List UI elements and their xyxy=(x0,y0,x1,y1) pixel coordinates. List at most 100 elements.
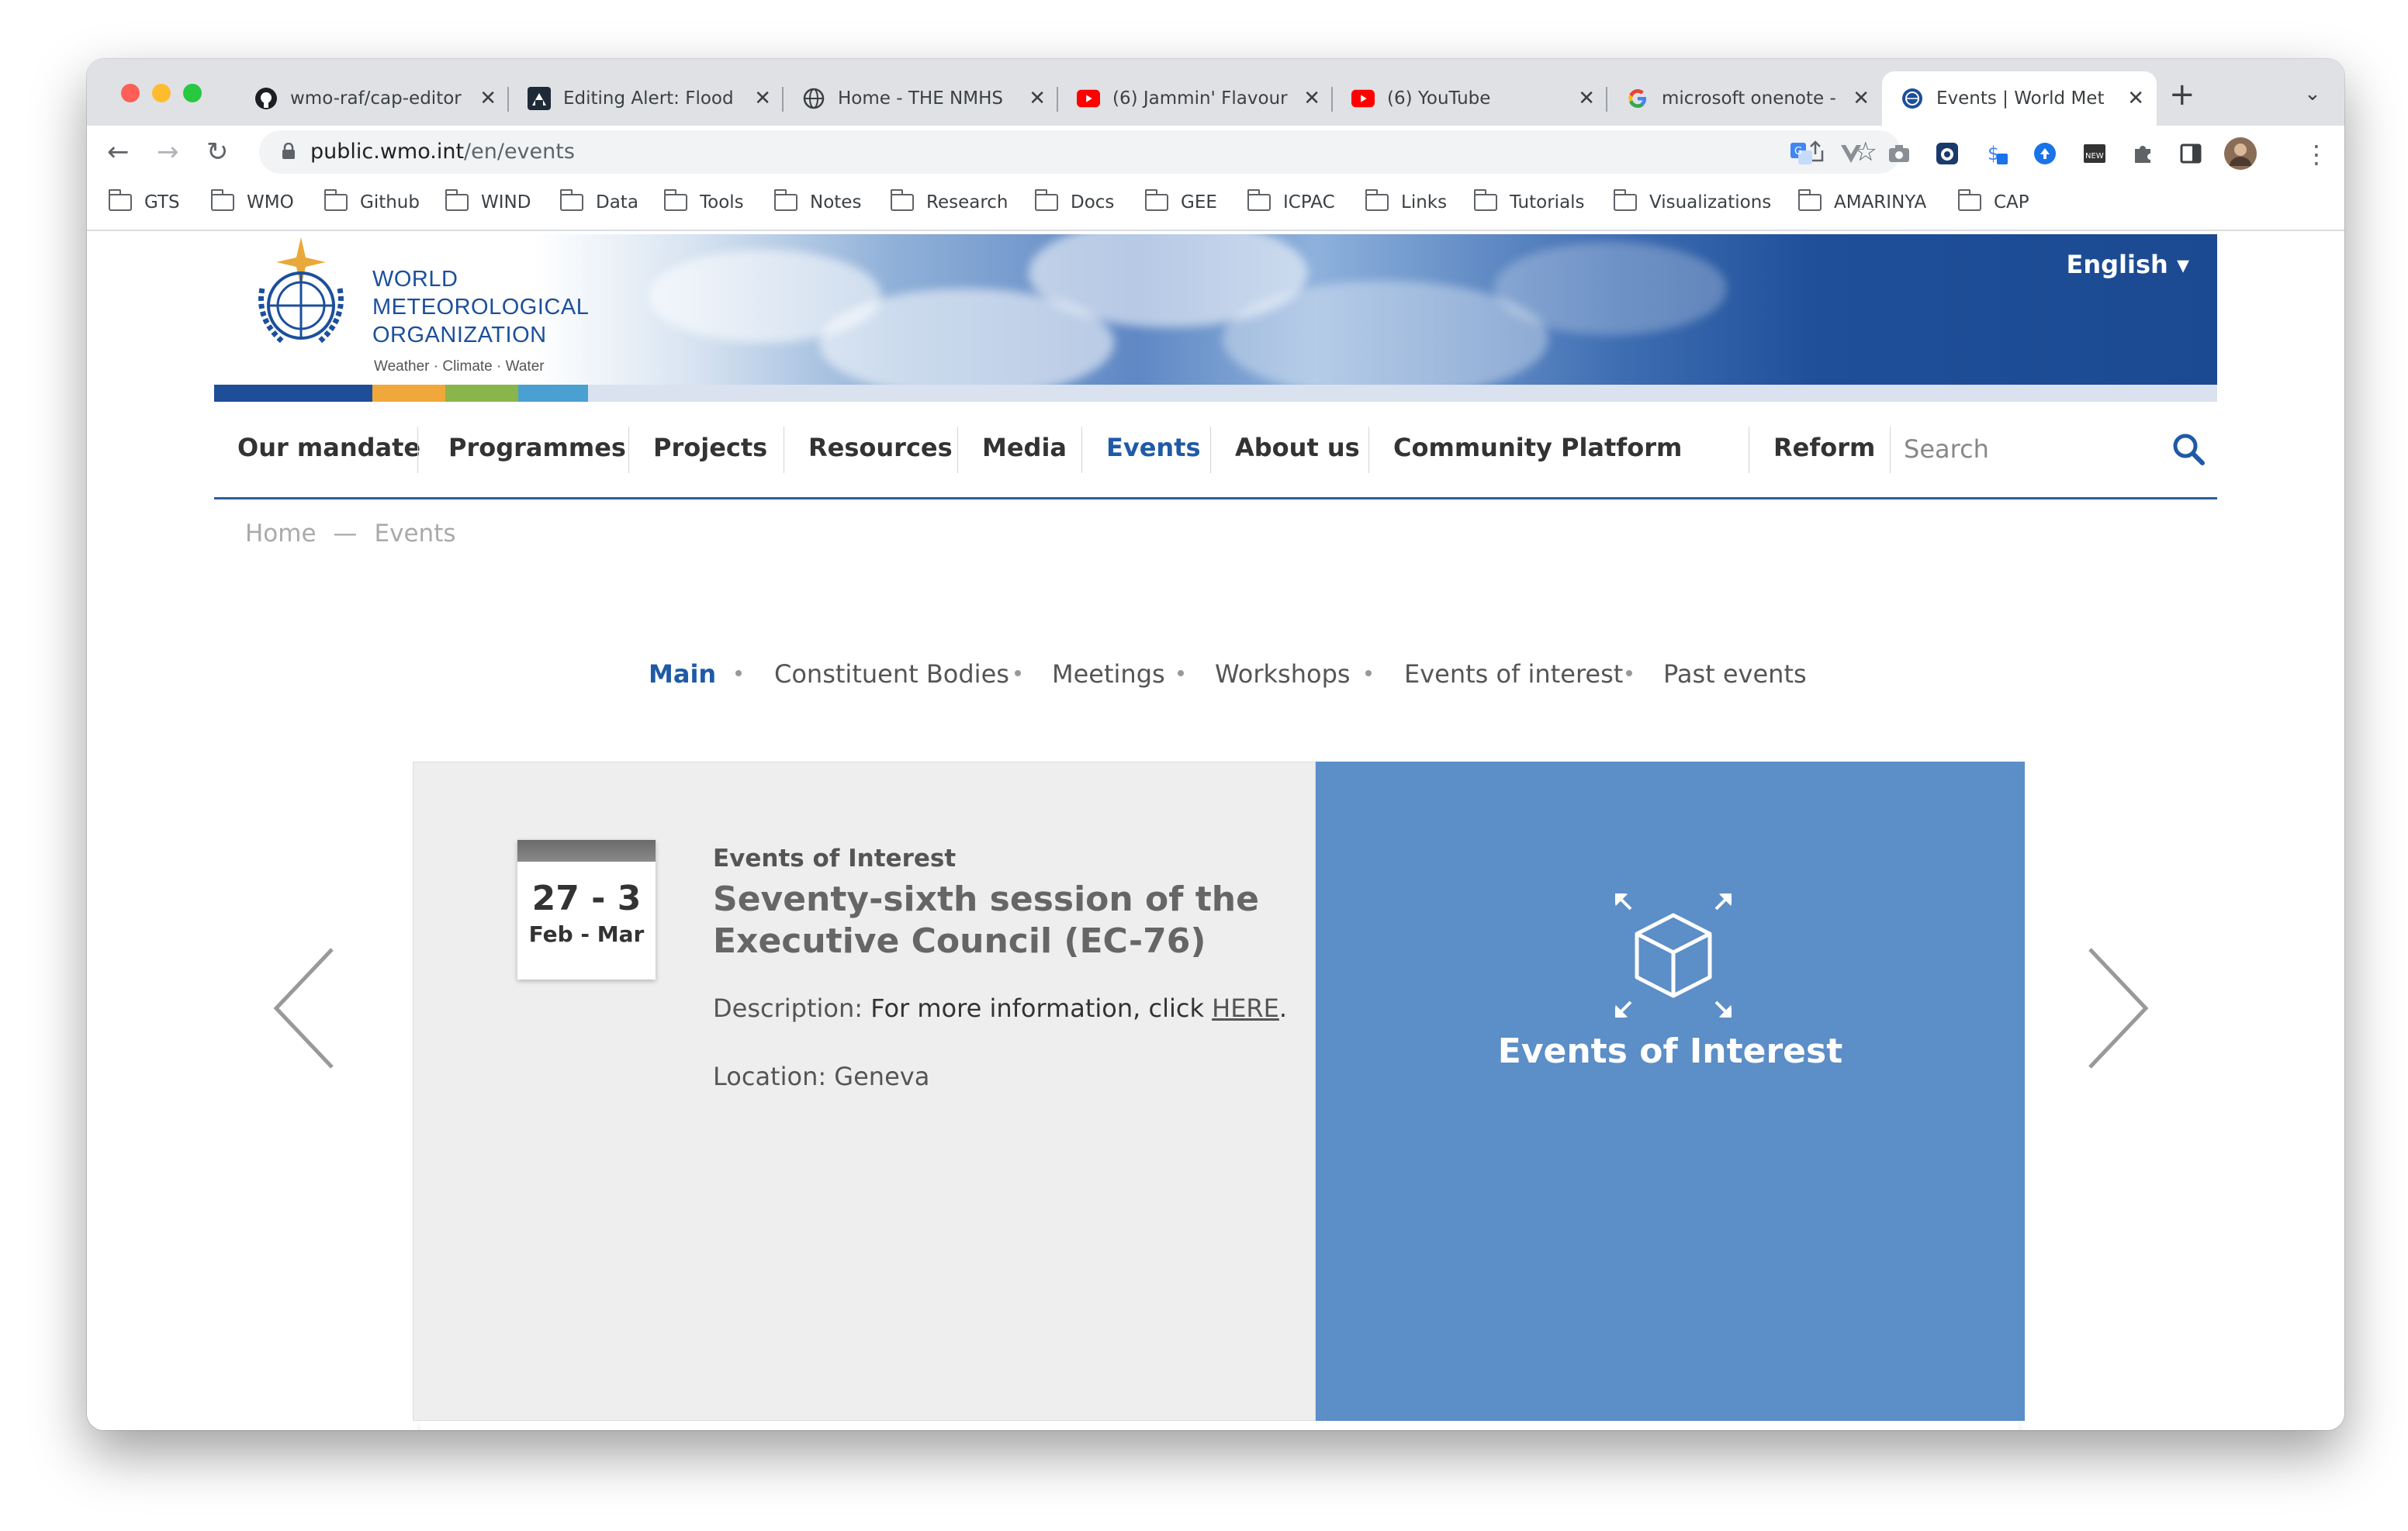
bookmark-data[interactable]: Data xyxy=(560,189,638,213)
news-extension-icon[interactable]: NEW xyxy=(2082,141,2107,166)
google-icon xyxy=(1626,87,1649,110)
brand-color-bar xyxy=(214,385,2217,402)
main-navigation: Our mandate Programmes Projects Resource… xyxy=(214,402,2217,499)
nav-projects[interactable]: Projects xyxy=(653,433,767,462)
nav-about-us[interactable]: About us xyxy=(1235,433,1360,462)
browser-menu-icon[interactable]: ⋮ xyxy=(2304,140,2329,169)
profile-avatar[interactable] xyxy=(2223,137,2258,171)
bookmark-gts[interactable]: GTS xyxy=(109,189,180,213)
nav-programmes[interactable]: Programmes xyxy=(448,433,626,462)
tab-youtube-2[interactable]: (6) YouTube ✕ xyxy=(1333,71,1607,126)
youtube-icon xyxy=(1351,87,1375,110)
bookmark-tools[interactable]: Tools xyxy=(664,189,744,213)
tab-google[interactable]: microsoft onenote - ✕ xyxy=(1607,71,1882,126)
tab-close-icon[interactable]: ✕ xyxy=(754,87,771,110)
folder-icon xyxy=(1365,189,1389,211)
drive-upload-icon[interactable] xyxy=(2033,141,2057,166)
events-subnav: Main Constituent Bodies Meetings Worksho… xyxy=(87,659,2344,698)
bookmark-github[interactable]: Github xyxy=(324,189,420,213)
zoom-window-button[interactable] xyxy=(183,84,202,102)
event-card[interactable]: 27 - 3 Feb - Mar Events of Interest Seve… xyxy=(413,762,1316,1421)
tab-close-icon[interactable]: ✕ xyxy=(1303,87,1320,110)
bookmark-gee[interactable]: GEE xyxy=(1145,189,1217,213)
bookmark-notes[interactable]: Notes xyxy=(774,189,861,213)
nav-our-mandate[interactable]: Our mandate xyxy=(237,433,420,462)
carousel-prev-arrow-icon[interactable] xyxy=(270,946,340,1070)
subnav-past-events[interactable]: Past events xyxy=(1663,659,1807,689)
nav-reform[interactable]: Reform xyxy=(1773,433,1875,462)
org-tagline: Weather · Climate · Water xyxy=(374,358,545,375)
bookmark-links[interactable]: Links xyxy=(1365,189,1447,213)
carousel-next-arrow-icon[interactable] xyxy=(2082,946,2152,1070)
folder-icon xyxy=(1614,189,1637,211)
minimize-window-button[interactable] xyxy=(152,84,171,102)
nav-events[interactable]: Events xyxy=(1106,433,1201,462)
side-panel-icon[interactable] xyxy=(2178,141,2203,166)
bookmark-amarinya[interactable]: AMARINYA xyxy=(1798,189,1926,213)
extensions-puzzle-icon[interactable] xyxy=(2130,141,2155,166)
event-title[interactable]: Seventy-sixth session of the Executive C… xyxy=(713,879,1287,962)
address-bar[interactable]: public.wmo.int/en/events ☆ xyxy=(259,130,1901,174)
search-input[interactable]: Search xyxy=(1904,434,1989,464)
subnav-events-of-interest[interactable]: Events of interest xyxy=(1404,659,1623,689)
bookmark-icpac[interactable]: ICPAC xyxy=(1247,189,1335,213)
org-name[interactable]: WORLD METEOROLOGICAL ORGANIZATION xyxy=(372,265,589,349)
folder-icon xyxy=(891,189,914,211)
event-date-calendar: 27 - 3 Feb - Mar xyxy=(517,840,656,980)
bookmark-docs[interactable]: Docs xyxy=(1035,189,1114,213)
bookmark-wmo[interactable]: WMO xyxy=(211,189,294,213)
tab-close-icon[interactable]: ✕ xyxy=(1578,87,1595,110)
back-arrow-icon[interactable]: ← xyxy=(107,137,130,168)
language-selector[interactable]: English ▾ xyxy=(2066,250,2189,279)
cloud-extension-icon[interactable] xyxy=(1935,141,1960,166)
event-description: Description: For more information, click… xyxy=(713,994,1288,1023)
tab-close-icon[interactable]: ✕ xyxy=(2127,87,2144,110)
nav-media[interactable]: Media xyxy=(982,433,1067,462)
reload-icon[interactable]: ↻ xyxy=(206,137,229,168)
tab-close-icon[interactable]: ✕ xyxy=(1029,87,1046,110)
folder-icon xyxy=(211,189,234,211)
close-window-button[interactable] xyxy=(121,84,140,102)
events-of-interest-feature[interactable]: Events of Interest xyxy=(1316,762,2025,1421)
camera-extension-icon[interactable] xyxy=(1887,141,1912,166)
vue-devtools-icon[interactable] xyxy=(1839,141,1863,166)
event-category: Events of Interest xyxy=(713,845,957,873)
dollar-extension-icon[interactable]: $ xyxy=(1984,141,2009,166)
subnav-workshops[interactable]: Workshops xyxy=(1215,659,1351,689)
tab-editing-alert[interactable]: Editing Alert: Flood ✕ xyxy=(509,71,784,126)
event-here-link[interactable]: HERE xyxy=(1212,994,1279,1023)
youtube-icon xyxy=(1077,87,1100,110)
subnav-meetings[interactable]: Meetings xyxy=(1052,659,1165,689)
tab-wmo-events[interactable]: Events | World Met ✕ xyxy=(1882,71,2157,126)
translate-extension-icon[interactable]: G xyxy=(1789,141,1814,166)
web-page: WORLD METEOROLOGICAL ORGANIZATION Weathe… xyxy=(87,233,2344,1430)
breadcrumb-current: Events xyxy=(374,520,456,548)
tab-github[interactable]: wmo-raf/cap-editor ✕ xyxy=(236,71,509,126)
tab-nmhs[interactable]: Home - THE NMHS ✕ xyxy=(784,71,1058,126)
nav-resources[interactable]: Resources xyxy=(808,433,953,462)
search-icon[interactable] xyxy=(2169,430,2208,468)
tab-youtube-1[interactable]: (6) Jammin' Flavour ✕ xyxy=(1058,71,1333,126)
bookmark-wind[interactable]: WIND xyxy=(445,189,531,213)
breadcrumb-home[interactable]: Home xyxy=(245,520,317,548)
forward-arrow-icon[interactable]: → xyxy=(157,137,179,168)
nav-community-platform[interactable]: Community Platform xyxy=(1393,433,1682,462)
github-icon xyxy=(254,87,278,110)
bookmark-cap[interactable]: CAP xyxy=(1958,189,2029,213)
subnav-constituent-bodies[interactable]: Constituent Bodies xyxy=(774,659,1009,689)
tab-close-icon[interactable]: ✕ xyxy=(1853,87,1870,110)
folder-icon xyxy=(445,189,469,211)
bookmark-tutorials[interactable]: Tutorials xyxy=(1474,189,1585,213)
url-text: public.wmo.int/en/events xyxy=(310,140,575,164)
new-tab-button[interactable]: + xyxy=(2169,79,2195,110)
wmo-emblem-logo[interactable] xyxy=(245,234,357,358)
tab-search-chevron-icon[interactable]: ⌄ xyxy=(2304,82,2321,105)
svg-text:NEW: NEW xyxy=(2085,152,2104,161)
folder-icon xyxy=(1035,189,1058,211)
bookmark-visualizations[interactable]: Visualizations xyxy=(1614,189,1771,213)
tab-close-icon[interactable]: ✕ xyxy=(479,87,496,110)
subnav-main[interactable]: Main xyxy=(649,659,716,689)
folder-icon xyxy=(774,189,797,211)
breadcrumb: Home — Events xyxy=(245,520,456,548)
bookmark-research[interactable]: Research xyxy=(891,189,1009,213)
